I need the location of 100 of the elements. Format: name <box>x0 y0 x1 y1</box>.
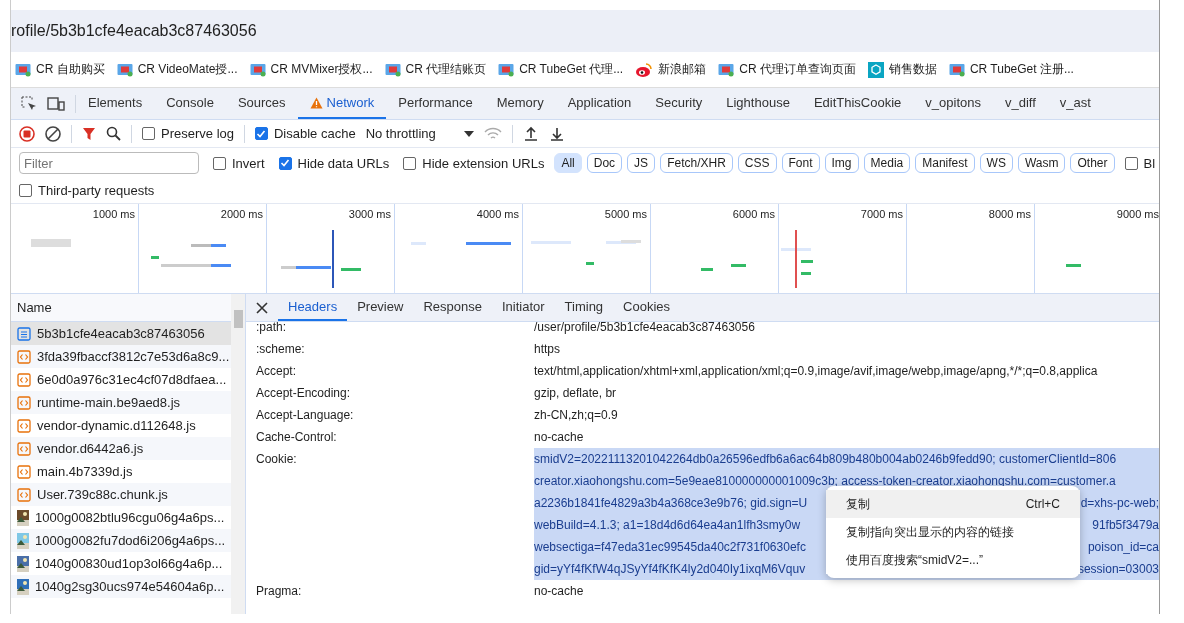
devtools-tab[interactable]: Application <box>555 88 644 119</box>
device-icon[interactable] <box>47 96 65 111</box>
devtools-tab[interactable]: v_diff <box>992 88 1048 119</box>
detail-tab[interactable]: Timing <box>554 294 614 321</box>
search-icon[interactable] <box>106 126 121 141</box>
highlighted-text: gid=yYf4fKfW4qJSyYf4fKfK4ly2d040Iy1ixqM6Vquv <box>534 561 806 578</box>
bookmark[interactable]: CR TubeGet 注册... <box>969 61 1074 78</box>
address-bar[interactable]: rofile/5b3b1cfe4eacab3c87463056 <box>11 10 1159 52</box>
highlighted-text: webBuild=4.1.3; a1=18d4d6d64ea4an1lfh3smy0w <box>534 517 801 534</box>
detail-tab[interactable]: Preview <box>347 294 414 321</box>
detail-tab[interactable]: Cookies <box>613 294 681 321</box>
devtools-tab[interactable]: v_ast <box>1047 88 1103 119</box>
highlighted-text: creator.xiaohongshu.com=5e9eae810000000001009c3b; access-token-creator.xiaohongshu.com=customer.a <box>534 473 1116 490</box>
checkbox-label: Hide extension URLs <box>422 155 545 171</box>
time-tick-label: 2000 ms <box>220 208 263 220</box>
type-filter-chip[interactable]: JS <box>627 153 656 173</box>
request-row[interactable]: 5b3b1cfe4eacab3c87463056 <box>11 322 231 345</box>
type-filter-chip[interactable]: WS <box>979 153 1013 173</box>
video-icon <box>498 62 515 77</box>
close-icon[interactable] <box>256 301 268 314</box>
request-row[interactable]: vendor.d6442a6.js <box>11 437 231 460</box>
checkbox-label: Invert <box>232 155 265 171</box>
checkbox[interactable] <box>213 156 226 170</box>
time-tick-label: 7000 ms <box>860 208 903 220</box>
bookmark[interactable]: CR 代理结账页 <box>405 61 487 78</box>
header-value: no-cache <box>534 430 584 444</box>
download-icon[interactable] <box>548 125 565 142</box>
type-filter-chip[interactable]: Manifest <box>915 153 975 173</box>
header-value: no-cache <box>534 584 584 598</box>
header-value: https <box>534 342 560 356</box>
type-filter-chip[interactable]: Font <box>781 153 820 173</box>
request-row[interactable]: runtime-main.be9aed8.js <box>11 391 231 414</box>
code-icon <box>17 349 31 364</box>
devtools-tab[interactable]: EditThisCookie <box>801 88 914 119</box>
devtools-tab[interactable]: Elements <box>76 88 155 119</box>
video-icon <box>249 62 266 77</box>
devtools-tab[interactable]: Console <box>154 88 226 119</box>
bookmark[interactable]: CR 自助购买 <box>36 61 105 78</box>
menu-item[interactable]: 复制指向突出显示的内容的链接 <box>826 518 1080 546</box>
bookmark[interactable]: CR 代理订单查询页面 <box>739 61 856 78</box>
type-filter-chip[interactable]: Fetch/XHR <box>660 153 733 173</box>
checkbox[interactable] <box>403 156 417 170</box>
type-filter-chip[interactable]: All <box>554 153 582 173</box>
request-row[interactable]: User.739c88c.chunk.js <box>11 483 231 506</box>
request-row[interactable]: 1040g2sg30ucs974e54604a6p... <box>11 575 231 598</box>
type-filter-chip[interactable]: Doc <box>586 153 623 173</box>
devtools-tab[interactable]: Sources <box>225 88 298 119</box>
code-icon <box>17 487 31 502</box>
bookmark[interactable]: 销售数据 <box>888 61 937 78</box>
time-tick-label: 5000 ms <box>604 208 647 220</box>
throttling-select[interactable]: No throttling <box>365 126 474 141</box>
devtools-tab[interactable]: Performance <box>386 88 485 119</box>
code-icon <box>17 418 31 433</box>
devtools-tab[interactable]: Memory <box>484 88 556 119</box>
request-row[interactable]: 3fda39fbaccf3812c7e53d6a8c9... <box>11 345 231 368</box>
video-icon <box>384 62 401 77</box>
checkbox-label: Preserve log <box>161 126 234 141</box>
upload-icon[interactable] <box>522 125 539 142</box>
type-filter-chip[interactable]: Wasm <box>1017 153 1066 173</box>
request-row[interactable]: 1000g0082fu7dod6i206g4a6ps... <box>11 529 231 552</box>
clear-icon[interactable] <box>45 125 61 142</box>
cube-icon <box>867 61 884 78</box>
checkbox[interactable] <box>19 184 32 197</box>
code-icon <box>17 464 31 479</box>
type-filter-chip[interactable]: Img <box>824 153 859 173</box>
video-icon <box>116 62 133 77</box>
header-name: Pragma: <box>256 583 303 600</box>
header-name: Accept-Language: <box>256 407 355 424</box>
caret-icon <box>463 130 474 137</box>
type-filter-chip[interactable]: CSS <box>737 153 777 173</box>
checkbox[interactable] <box>1124 156 1138 170</box>
bookmark[interactable]: CR TubeGet 代理... <box>519 61 624 78</box>
checkbox[interactable] <box>278 156 292 170</box>
devtools-tab[interactable]: Network <box>297 88 387 119</box>
devtools-tab[interactable]: Security <box>643 88 715 119</box>
filter-icon[interactable] <box>82 126 96 141</box>
bookmark[interactable]: 新浪邮箱 <box>658 61 707 78</box>
filter-field[interactable]: Filter <box>19 152 199 174</box>
time-tick-label: 1000 ms <box>92 208 135 220</box>
detail-tab[interactable]: Headers <box>278 294 348 321</box>
type-filter-chip[interactable]: Media <box>863 153 911 173</box>
time-tick-label: 3000 ms <box>348 208 391 220</box>
record-stop-icon[interactable] <box>19 125 35 142</box>
bookmark[interactable]: CR MVMixer授权... <box>270 61 373 78</box>
type-filter-chip[interactable]: Other <box>1070 153 1115 173</box>
detail-tab[interactable]: Response <box>413 294 492 321</box>
column-header[interactable]: Name <box>17 300 52 315</box>
video-icon <box>948 62 965 77</box>
checkbox[interactable] <box>142 127 155 140</box>
time-tick-label: 9000 ms <box>1116 208 1159 220</box>
inspect-icon[interactable] <box>21 95 37 112</box>
bookmark[interactable]: CR VideoMate授... <box>137 61 238 78</box>
menu-item[interactable]: 复制 Ctrl+C <box>826 490 1080 518</box>
checkbox[interactable] <box>255 127 268 140</box>
menu-item[interactable]: 使用百度搜索“smidV2=...” <box>826 546 1080 574</box>
devtools-tab[interactable]: Lighthouse <box>714 88 802 119</box>
header-name: :scheme: <box>256 341 306 358</box>
devtools-tab[interactable]: v_opitons <box>913 88 993 119</box>
detail-tab[interactable]: Initiator <box>491 294 555 321</box>
scrollbar[interactable] <box>231 294 246 614</box>
